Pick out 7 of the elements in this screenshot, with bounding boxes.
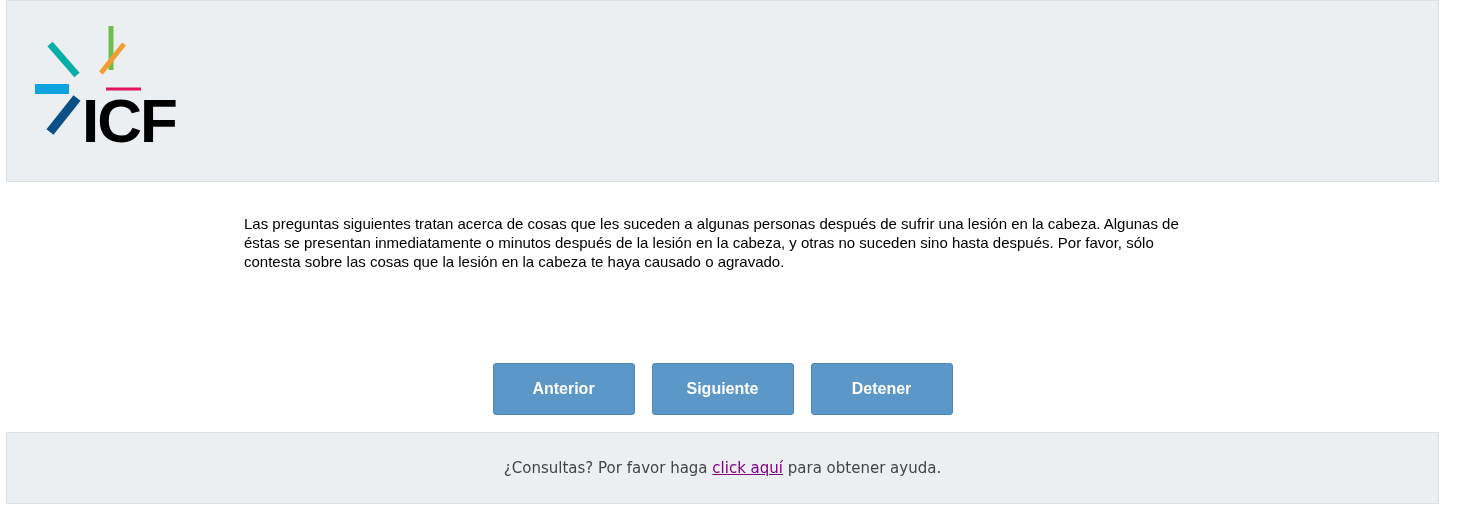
- nav-button[interactable]: Siguiente: [651, 363, 794, 415]
- help-text: ¿Consultas? Por favor haga click aquí para obtener ayuda.: [503, 457, 942, 479]
- nav-button[interactable]: Detener: [810, 363, 953, 415]
- intro-paragraph: Las preguntas siguientes tratan acerca de cosas que les suceden a algunas personas después de sufrir una lesión en la cabeza. Algunas de éstas se presentan inmediatamente o minutos después de la lesión en la cabeza, y otras no suceden sino hasta después. Por favor, sólo contesta sobre las cosas que la lesión en la cabeza te haya causado o agravado.: [244, 214, 1180, 271]
- nav-button[interactable]: Anterior: [492, 363, 635, 415]
- logo-text: ICF: [82, 88, 176, 154]
- help-link[interactable]: click aquí: [712, 458, 783, 477]
